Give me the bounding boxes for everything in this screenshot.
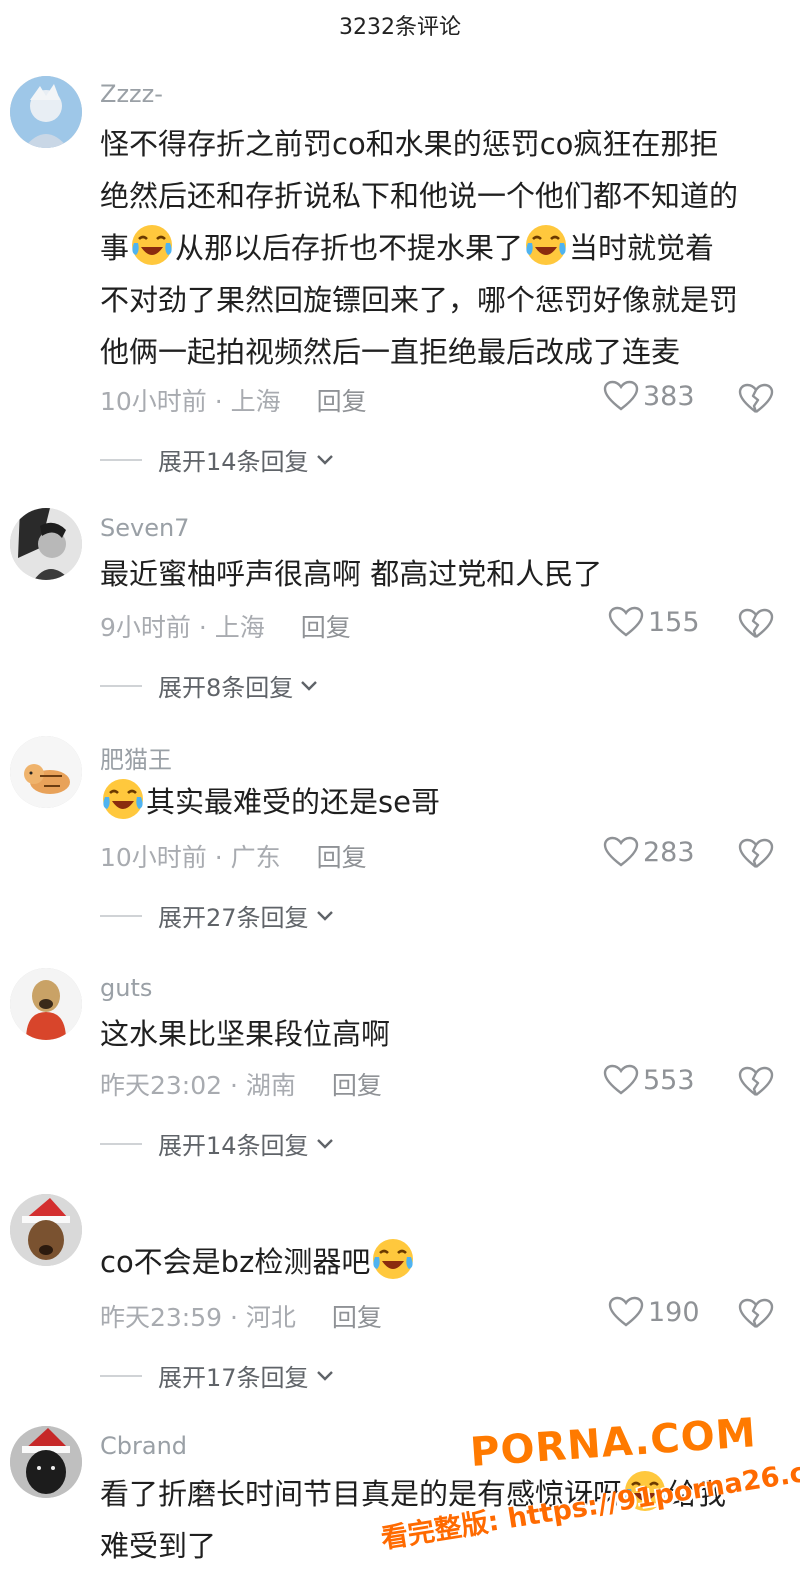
like-button[interactable]: 155	[608, 606, 700, 638]
like-count: 155	[648, 606, 700, 638]
expand-replies-label: 展开14条回复	[158, 448, 309, 476]
broken-heart-icon[interactable]	[738, 1065, 774, 1099]
expand-replies-button[interactable]: 展开27条回复	[100, 898, 335, 933]
divider	[100, 914, 142, 917]
avatar[interactable]	[10, 508, 82, 580]
timestamp-location: 9小时前 · 上海	[100, 613, 265, 642]
comment-meta: 10小时前 · 上海 回复	[100, 382, 367, 418]
username[interactable]: Seven7	[100, 514, 189, 542]
like-button[interactable]: 283	[603, 836, 695, 868]
broken-heart-icon[interactable]	[738, 1297, 774, 1331]
laugh-cry-emoji-icon	[373, 1239, 414, 1279]
heart-outline-icon	[603, 1064, 639, 1095]
like-button[interactable]: 383	[603, 380, 695, 412]
heart-outline-icon	[603, 836, 639, 867]
heart-outline-icon	[608, 606, 644, 637]
comment-fragment: 事	[100, 231, 130, 265]
expand-replies-button[interactable]: 展开8条回复	[100, 668, 319, 703]
chevron-down-icon	[301, 680, 318, 691]
comment-line: 不对劲了果然回旋镖回来了，哪个惩罚好像就是罚	[100, 283, 739, 317]
reply-button[interactable]: 回复	[332, 1303, 382, 1332]
like-count: 383	[643, 380, 695, 412]
reply-button[interactable]: 回复	[332, 1071, 382, 1100]
avatar[interactable]	[10, 1426, 82, 1498]
username[interactable]: Zzzz-	[100, 80, 163, 108]
comment-line: 绝然后还和存折说私下和他说一个他们都不知道的	[100, 179, 739, 213]
comment-line-mixed: 看了折磨长时间节目真是的是有感惊讶呀 给我	[100, 1468, 780, 1520]
like-count: 190	[648, 1296, 700, 1328]
laugh-cry-emoji-icon	[132, 225, 173, 265]
comment-fragment: 给我	[668, 1477, 727, 1511]
laugh-cry-emoji-icon	[625, 1471, 666, 1511]
expand-replies-label: 展开17条回复	[158, 1364, 309, 1392]
comment-fragment: 当时就觉着	[569, 231, 715, 265]
comment-fragment: 看了折磨长时间节目真是的是有感惊讶呀	[100, 1477, 623, 1511]
comment-text: 这水果比坚果段位高啊	[100, 1008, 780, 1060]
comment-text: 怪不得存折之前罚co和水果的惩罚co疯狂在那拒 绝然后还和存折说私下和他说一个他…	[100, 118, 780, 378]
timestamp-location: 昨天23:02 · 湖南	[100, 1071, 296, 1100]
expand-replies-button[interactable]: 展开14条回复	[100, 1126, 335, 1161]
comment-fragment: 其实最难受的还是se哥	[146, 785, 440, 819]
avatar[interactable]	[10, 736, 82, 808]
like-count: 553	[643, 1064, 695, 1096]
comment-meta: 昨天23:59 · 河北 回复	[100, 1298, 382, 1334]
comment-line: 难受到了	[100, 1529, 217, 1563]
comment-line: 怪不得存折之前罚co和水果的惩罚co疯狂在那拒	[100, 127, 719, 161]
comment-meta: 10小时前 · 广东 回复	[100, 838, 367, 874]
expand-replies-button[interactable]: 展开14条回复	[100, 442, 335, 477]
avatar[interactable]	[10, 968, 82, 1040]
divider	[100, 458, 142, 461]
comment-text: co不会是bz检测器吧	[100, 1236, 780, 1288]
username[interactable]: Cbrand	[100, 1432, 187, 1460]
avatar[interactable]	[10, 1194, 82, 1266]
username[interactable]: 肥猫王	[100, 740, 172, 775]
divider	[100, 1374, 142, 1377]
like-button[interactable]: 553	[603, 1064, 695, 1096]
comment-text: 最近蜜柚呼声很高啊 都高过党和人民了	[100, 548, 780, 600]
like-count: 283	[643, 836, 695, 868]
chevron-down-icon	[316, 454, 333, 465]
username[interactable]: guts	[100, 974, 152, 1002]
reply-button[interactable]: 回复	[317, 387, 367, 416]
avatar[interactable]	[10, 76, 82, 148]
comment-line-mixed: 事 从那以后存折也不提水果了 当时就觉着	[100, 222, 780, 274]
divider	[100, 1142, 142, 1145]
comment-line-mixed: co不会是bz检测器吧	[100, 1236, 780, 1288]
expand-replies-label: 展开27条回复	[158, 904, 309, 932]
timestamp-location: 10小时前 · 上海	[100, 387, 281, 416]
comment-text: 看了折磨长时间节目真是的是有感惊讶呀 给我 难受到了	[100, 1468, 780, 1572]
comment-line: 最近蜜柚呼声很高啊 都高过党和人民了	[100, 557, 603, 591]
comment-meta: 昨天23:02 · 湖南 回复	[100, 1066, 382, 1102]
timestamp-location: 10小时前 · 广东	[100, 843, 281, 872]
heart-outline-icon	[603, 380, 639, 411]
expand-replies-label: 展开8条回复	[158, 674, 294, 702]
expand-replies-label: 展开14条回复	[158, 1132, 309, 1160]
comment-line: 这水果比坚果段位高啊	[100, 1017, 391, 1051]
laugh-cry-emoji-icon	[103, 779, 143, 819]
broken-heart-icon[interactable]	[738, 382, 774, 416]
divider	[100, 684, 142, 687]
comment-meta: 9小时前 · 上海 回复	[100, 608, 351, 644]
comment-fragment: 从那以后存折也不提水果了	[175, 231, 524, 265]
reply-button[interactable]: 回复	[317, 843, 367, 872]
laugh-cry-emoji-icon	[526, 225, 567, 265]
watermark-brand: PORNA.COM	[468, 1410, 758, 1476]
timestamp-location: 昨天23:59 · 河北	[100, 1303, 296, 1332]
like-button[interactable]: 190	[608, 1296, 700, 1328]
chevron-down-icon	[316, 1138, 333, 1149]
chevron-down-icon	[316, 1370, 333, 1381]
comment-count-title: 3232条评论	[339, 15, 461, 40]
expand-replies-button[interactable]: 展开17条回复	[100, 1358, 335, 1393]
comment-line: 他俩一起拍视频然后一直拒绝最后改成了连麦	[100, 335, 681, 369]
comment-fragment: co不会是bz检测器吧	[100, 1245, 371, 1279]
comment-text: 其实最难受的还是se哥	[100, 776, 780, 828]
heart-outline-icon	[608, 1296, 644, 1327]
broken-heart-icon[interactable]	[738, 837, 774, 871]
reply-button[interactable]: 回复	[301, 613, 351, 642]
broken-heart-icon[interactable]	[738, 607, 774, 641]
chevron-down-icon	[316, 910, 333, 921]
comment-line-mixed: 其实最难受的还是se哥	[100, 776, 780, 828]
